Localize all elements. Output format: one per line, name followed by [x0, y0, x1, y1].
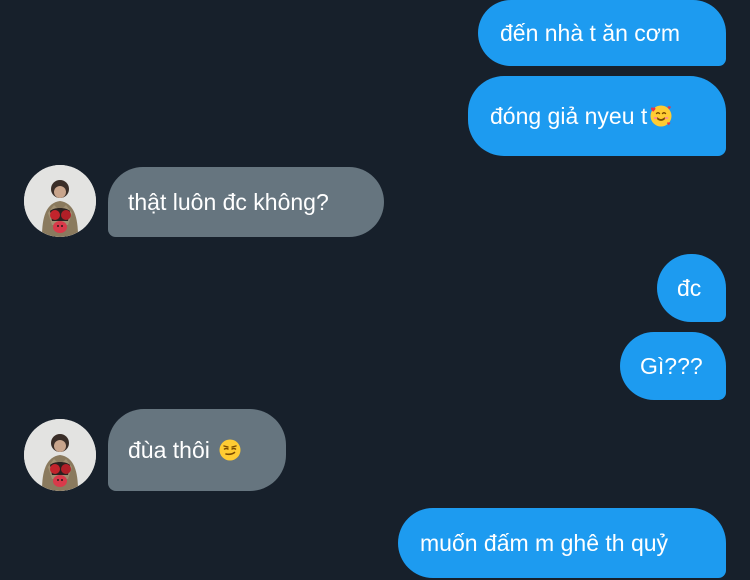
message-text: đc — [677, 274, 702, 301]
message-text: đến nhà t ăn cơm — [500, 19, 681, 46]
message-text: đùa thôi — [128, 436, 217, 463]
outgoing-message[interactable]: Gì??? — [620, 332, 726, 400]
message-text: Gì??? — [640, 352, 703, 379]
outgoing-message[interactable]: đc — [657, 254, 726, 322]
message-text: thật luôn đc không? — [128, 188, 329, 215]
message-text: đóng giả nyeu t — [490, 102, 648, 129]
outgoing-message[interactable]: đến nhà t ăn cơm — [478, 0, 726, 66]
smirking-face-icon — [218, 438, 242, 462]
smiling-face-with-hearts-icon — [649, 104, 673, 128]
contact-avatar[interactable] — [24, 419, 96, 491]
outgoing-message[interactable]: muốn đấm m ghê th quỷ — [398, 508, 726, 578]
message-text: muốn đấm m ghê th quỷ — [420, 529, 669, 556]
chat-thread: đến nhà t ăn cơm đóng giả nyeu t thật lu… — [0, 0, 750, 580]
contact-avatar[interactable] — [24, 165, 96, 237]
incoming-message[interactable]: đùa thôi — [108, 409, 286, 491]
outgoing-message[interactable]: đóng giả nyeu t — [468, 76, 726, 156]
incoming-message[interactable]: thật luôn đc không? — [108, 167, 384, 237]
